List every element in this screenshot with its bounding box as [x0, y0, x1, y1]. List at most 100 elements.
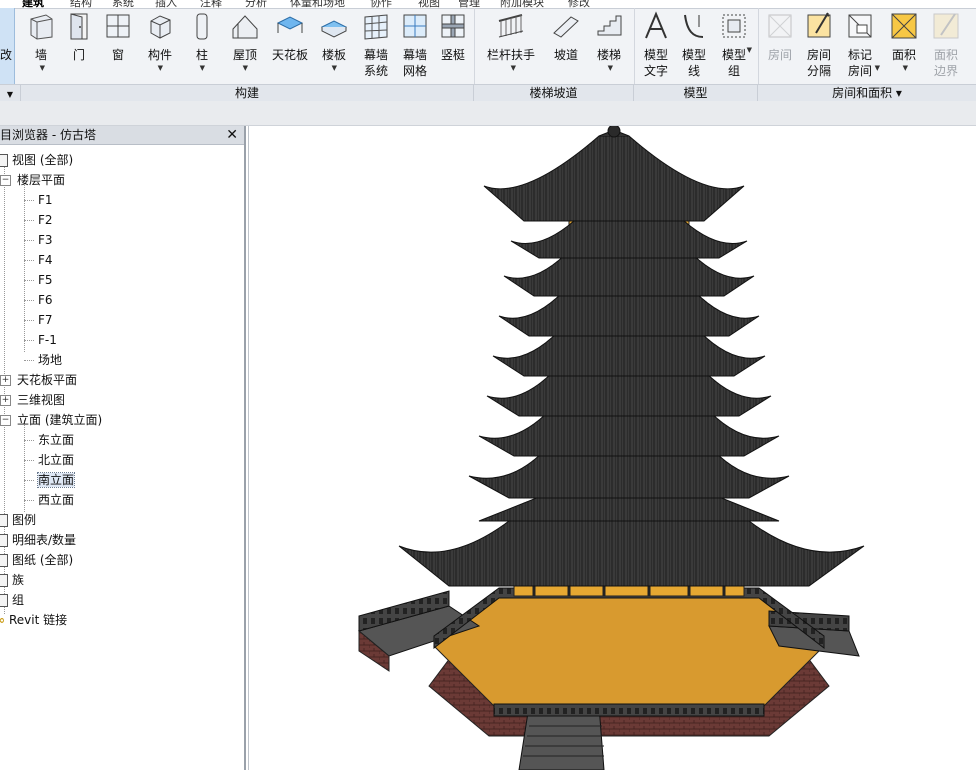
tree-node-east-elevation[interactable]: 东立面 — [24, 430, 74, 450]
mullion-button[interactable]: 竖梃 — [434, 8, 472, 84]
close-icon[interactable]: ✕ — [226, 126, 238, 144]
tree-connector — [24, 440, 34, 441]
tree-node-f5[interactable]: F5 — [24, 270, 53, 290]
tree-node-groups[interactable]: 组 — [0, 590, 24, 610]
tab-annotate[interactable]: 注释 — [200, 0, 222, 8]
curtain-grid-icon — [403, 14, 427, 38]
tree-node-f6[interactable]: F6 — [24, 290, 53, 310]
room-button[interactable]: 房间 — [762, 8, 798, 84]
tab-manage[interactable]: 管理 — [458, 0, 480, 8]
panel-group-room-area[interactable]: 房间和面积 ▾ — [758, 84, 976, 101]
tree-node-south-elevation[interactable]: 南立面 — [24, 470, 76, 490]
ceiling-icon — [276, 16, 304, 33]
expand-icon[interactable]: + — [0, 375, 11, 386]
floor-button[interactable]: 楼板 ▼ — [316, 8, 352, 84]
tree-node-label: F2 — [38, 213, 53, 227]
curtain-system-icon — [364, 14, 388, 40]
chevron-down-icon: ▼ — [199, 64, 205, 72]
door-button[interactable]: 门 — [62, 8, 96, 84]
tab-structure[interactable]: 结构 — [70, 0, 92, 8]
tab-modify[interactable]: 修改 — [568, 0, 590, 8]
model-group-icon — [722, 14, 746, 38]
tree-node-label: 立面 (建筑立面) — [17, 413, 103, 427]
tab-collaborate[interactable]: 协作 — [370, 0, 392, 8]
ceiling-label: 天花板 — [271, 48, 308, 62]
tab-architecture[interactable]: 建筑 — [22, 0, 52, 8]
tree-node-elevations[interactable]: − 立面 (建筑立面) — [0, 410, 102, 430]
component-label: 构件 — [147, 48, 172, 62]
tree-connector — [24, 220, 34, 221]
tree-node-label: Revit 链接 — [9, 613, 68, 627]
tab-analyze[interactable]: 分析 — [245, 0, 267, 8]
tree-node-f1[interactable]: F1 — [24, 190, 53, 210]
tag-room-icon — [848, 14, 872, 38]
roof-button[interactable]: 屋顶 ▼ — [226, 8, 264, 84]
column-button[interactable]: 柱 ▼ — [184, 8, 220, 84]
ribbon: 建筑 结构 系统 插入 注释 分析 体量和场地 协作 视图 管理 附加模块 修改… — [0, 0, 976, 101]
floor-icon — [320, 20, 348, 38]
tree-connector — [24, 200, 34, 201]
tab-insert[interactable]: 插入 — [155, 0, 177, 8]
tree-node-label: 组 — [12, 593, 25, 607]
tree-node-west-elevation[interactable]: 西立面 — [24, 490, 74, 510]
component-icon — [150, 15, 171, 39]
tree-node-site[interactable]: 场地 — [24, 350, 62, 370]
window-button[interactable]: 窗 — [100, 8, 136, 84]
divider — [474, 8, 475, 84]
tree-node-north-elevation[interactable]: 北立面 — [24, 450, 74, 470]
expand-icon[interactable]: + — [0, 395, 11, 406]
tree-node-label: F1 — [38, 193, 53, 207]
view-folder-icon — [0, 154, 8, 167]
model-group-button[interactable]: 模型 组 ▼ — [714, 8, 754, 84]
model-text-button[interactable]: 模型 文字 — [638, 8, 674, 84]
railing-button[interactable]: 栏杆扶手 ▼ — [480, 8, 542, 84]
tree-node-f3[interactable]: F3 — [24, 230, 53, 250]
tree-node-label: 族 — [12, 573, 25, 587]
room-separator-button[interactable]: 房间 分隔 — [800, 8, 838, 84]
tree-node-schedules[interactable]: 明细表/数量 — [0, 530, 76, 550]
stair-button[interactable]: 楼梯 ▼ — [590, 8, 628, 84]
collapse-icon[interactable]: − — [0, 175, 11, 186]
chevron-down-icon: ▼ — [874, 64, 880, 72]
curtain-grid-button[interactable]: 幕墙 网格 — [396, 8, 434, 84]
curtain-system-button[interactable]: 幕墙 系统 — [356, 8, 396, 84]
tab-view[interactable]: 视图 — [418, 0, 440, 8]
tree-node-f7[interactable]: F7 — [24, 310, 53, 330]
tree-node-revit-links[interactable]: ∞ Revit 链接 — [0, 610, 67, 630]
pagoda-3d-model — [357, 124, 865, 771]
column-icon — [196, 13, 208, 40]
ceiling-button[interactable]: 天花板 — [268, 8, 312, 84]
wall-button[interactable]: 墙 ▼ — [22, 8, 60, 84]
model-line-button[interactable]: 模型 线 — [676, 8, 712, 84]
tag-room-button[interactable]: 标记 房间 ▼ — [840, 8, 880, 84]
collapse-icon[interactable]: − — [0, 415, 11, 426]
tree-node-legends[interactable]: 图例 — [0, 510, 36, 530]
tree-node-views-all[interactable]: 视图 (全部) — [0, 150, 73, 170]
ramp-icon — [553, 16, 579, 38]
tree-node-floor-plans[interactable]: − 楼层平面 — [0, 170, 65, 190]
tab-addins[interactable]: 附加模块 — [500, 0, 544, 8]
area-boundary-button[interactable]: 面积 边界 — [926, 8, 966, 84]
tree-node-f2[interactable]: F2 — [24, 210, 53, 230]
area-button[interactable]: 面积 ▼ — [884, 8, 924, 84]
room-separator-icon — [807, 12, 831, 38]
tree-node-f4[interactable]: F4 — [24, 250, 53, 270]
tab-systems[interactable]: 系统 — [112, 0, 134, 8]
tree-node-families[interactable]: 族 — [0, 570, 24, 590]
ramp-button[interactable]: 坡道 — [546, 8, 586, 84]
room-separator-label: 房间 分隔 — [806, 48, 831, 78]
tree-node-label: F-1 — [38, 333, 57, 347]
tree-node-3d-views[interactable]: + 三维视图 — [0, 390, 65, 410]
component-button[interactable]: 构件 ▼ — [140, 8, 180, 84]
tree-node-ceiling-plans[interactable]: + 天花板平面 — [0, 370, 77, 390]
drawing-viewport[interactable] — [248, 124, 976, 771]
legend-icon — [0, 514, 8, 527]
tier-4 — [486, 370, 772, 417]
tree-node-label: 图例 — [12, 513, 37, 527]
chevron-down-icon: ▼ — [510, 64, 516, 72]
window-icon — [106, 14, 130, 38]
schedule-icon — [0, 534, 8, 547]
tree-node-sheets[interactable]: 图纸 (全部) — [0, 550, 73, 570]
tree-node-f-1[interactable]: F-1 — [24, 330, 57, 350]
tab-massing-site[interactable]: 体量和场地 — [290, 0, 345, 8]
